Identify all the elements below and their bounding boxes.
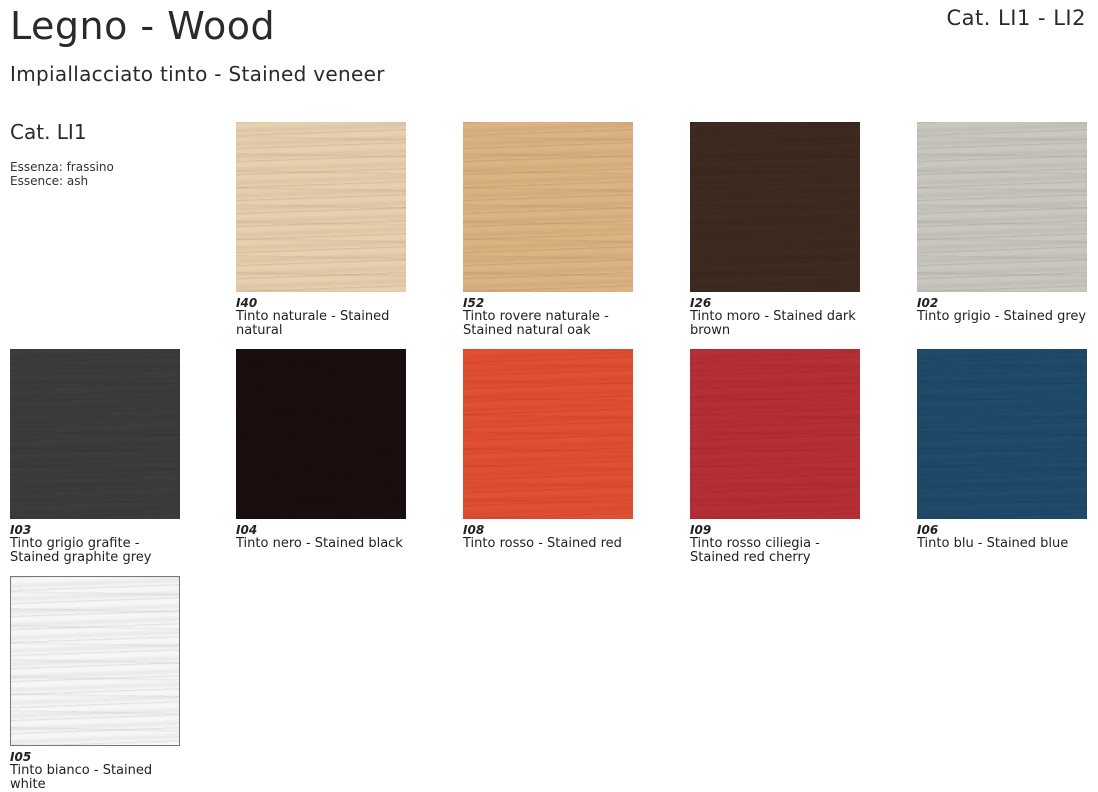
- swatch-name: Tinto naturale - Stained natural: [236, 309, 390, 338]
- swatch-name: Tinto nero - Stained black: [236, 536, 403, 551]
- swatch-code: I02: [917, 296, 939, 310]
- swatch-code: I09: [690, 523, 712, 537]
- swatch-i06: I06 Tinto blu - Stained blue: [917, 349, 1087, 551]
- swatch-code: I05: [10, 750, 32, 764]
- swatch-name: Tinto grigio grafite - Stained graphite …: [10, 536, 152, 565]
- swatch-code: I08: [463, 523, 485, 537]
- swatch-i40: I40 Tinto naturale - Stained natural: [236, 122, 406, 338]
- swatch-code: I06: [917, 523, 939, 537]
- wood-sample-i04: [236, 349, 406, 519]
- category-label: Cat. LI1: [10, 120, 87, 144]
- swatch-name: Tinto moro - Stained dark brown: [690, 309, 856, 338]
- swatch-i52: I52 Tinto rovere naturale - Stained natu…: [463, 122, 633, 338]
- swatch-i03: I03 Tinto grigio grafite - Stained graph…: [10, 349, 180, 565]
- swatch-code: I04: [236, 523, 258, 537]
- swatch-name: Tinto bianco - Stained white: [10, 763, 153, 792]
- swatch-i09: I09 Tinto rosso ciliegia - Stained red c…: [690, 349, 860, 565]
- swatch-i04: I04 Tinto nero - Stained black: [236, 349, 406, 551]
- swatch-i02: I02 Tinto grigio - Stained grey: [917, 122, 1087, 324]
- wood-sample-i03: [10, 349, 180, 519]
- swatch-code: I40: [236, 296, 258, 310]
- swatch-name: Tinto rosso ciliegia - Stained red cherr…: [690, 536, 820, 565]
- swatch-name: Tinto blu - Stained blue: [917, 536, 1069, 551]
- wood-sample-i06: [917, 349, 1087, 519]
- swatch-code: I26: [690, 296, 712, 310]
- page-title: Legno - Wood: [10, 4, 276, 48]
- wood-sample-i52: [463, 122, 633, 292]
- swatch-name: Tinto grigio - Stained grey: [917, 309, 1087, 324]
- wood-sample-i09: [690, 349, 860, 519]
- wood-sample-i08: [463, 349, 633, 519]
- essence-italian: Essenza: frassino: [10, 160, 114, 174]
- wood-sample-i05: [10, 576, 180, 746]
- page-subtitle: Impiallacciato tinto - Stained veneer: [10, 62, 385, 86]
- wood-sample-i40: [236, 122, 406, 292]
- wood-sample-i26: [690, 122, 860, 292]
- wood-sample-i02: [917, 122, 1087, 292]
- swatch-name: Tinto rosso - Stained red: [463, 536, 622, 551]
- swatch-code: I52: [463, 296, 485, 310]
- swatch-code: I03: [10, 523, 32, 537]
- essence-info: Essenza: frassino Essence: ash: [10, 160, 114, 188]
- swatch-i26: I26 Tinto moro - Stained dark brown: [690, 122, 860, 338]
- swatch-i08: I08 Tinto rosso - Stained red: [463, 349, 633, 551]
- swatch-i05: I05 Tinto bianco - Stained white: [10, 576, 180, 792]
- swatch-name: Tinto rovere naturale - Stained natural …: [463, 309, 609, 338]
- category-range: Cat. LI1 - LI2: [946, 6, 1086, 30]
- essence-english: Essence: ash: [10, 174, 89, 188]
